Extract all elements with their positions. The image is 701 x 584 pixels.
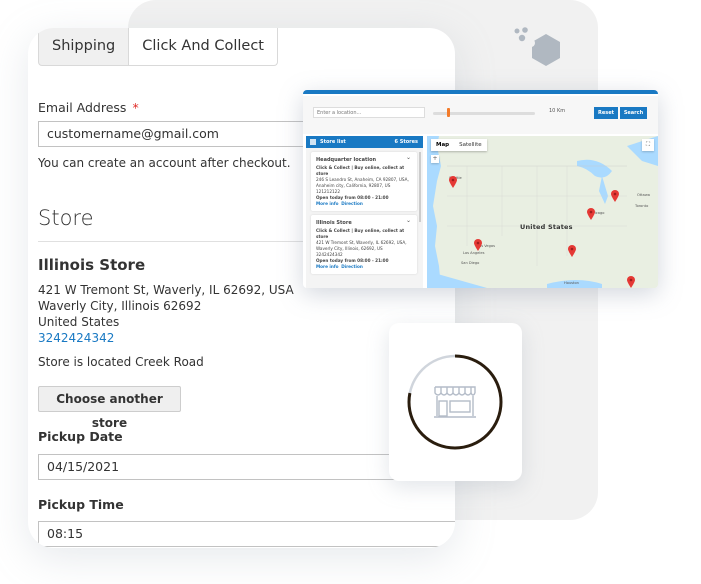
- country-label: United States: [520, 223, 573, 231]
- store-address-line-2: Waverly City, Illinois 62692: [38, 299, 202, 313]
- store-item-address: 246 S Leandro St, Anaheim, CA 92807, USA…: [316, 177, 409, 188]
- store-list-item[interactable]: ⌄ Headquarter location Click & Collect |…: [311, 152, 417, 211]
- store-locator-widget: Enter a location... 10 Km Reset Search S…: [303, 90, 658, 288]
- storefront-icon: [434, 386, 476, 418]
- map-type-satellite[interactable]: Satellite: [454, 139, 487, 151]
- radius-value: 10 Km: [549, 108, 566, 114]
- store-item-address: 421 W Tremont St, Waverly, IL 62692, USA…: [316, 240, 407, 251]
- map-marker-icon[interactable]: [449, 176, 457, 188]
- store-item-service: Click & Collect | Buy online, collect at…: [316, 228, 405, 239]
- map-type-map[interactable]: Map: [431, 139, 454, 151]
- store-count: 6 Stores: [394, 139, 418, 145]
- store-item-name: Illinois Store: [316, 220, 352, 226]
- map-marker-icon[interactable]: [587, 208, 595, 220]
- reset-button[interactable]: Reset: [594, 107, 618, 119]
- locator-header-bar: [303, 90, 658, 94]
- store-list-panel: Store list 6 Stores ⌄ Headquarter locati…: [306, 136, 423, 288]
- map-marker-icon[interactable]: [474, 239, 482, 251]
- store-phone-link[interactable]: 3242424342: [38, 331, 114, 345]
- selected-store-name: Illinois Store: [38, 256, 146, 274]
- tab-shipping[interactable]: Shipping: [38, 28, 129, 66]
- list-icon: [310, 139, 316, 145]
- store-list-title: Store list: [320, 139, 346, 145]
- direction-link[interactable]: Direction: [341, 264, 363, 269]
- progress-ring: [407, 354, 503, 450]
- store-list-header: Store list 6 Stores: [306, 136, 423, 148]
- store-list-item[interactable]: ⌄ Illinois Store Click & Collect | Buy o…: [311, 215, 417, 274]
- search-button[interactable]: Search: [620, 107, 647, 119]
- fullscreen-icon[interactable]: ⛶: [642, 139, 654, 151]
- delivery-tabs: Shipping Click And Collect: [38, 28, 278, 66]
- store-item-name: Headquarter location: [316, 157, 377, 163]
- map-type-control: Map Satellite: [431, 139, 487, 151]
- pickup-time-label: Pickup Time: [38, 497, 124, 512]
- more-info-link[interactable]: More info: [316, 201, 339, 206]
- map-terrain: [427, 136, 658, 288]
- choose-another-store-button[interactable]: Choose another store: [38, 386, 181, 430]
- required-marker: *: [132, 100, 139, 115]
- direction-link[interactable]: Direction: [341, 201, 363, 206]
- city-label: Los Angeles: [463, 251, 485, 255]
- zoom-in-button[interactable]: +: [431, 155, 439, 163]
- store-description: Store is located Creek Road: [38, 355, 204, 369]
- tab-click-and-collect[interactable]: Click And Collect: [128, 28, 278, 66]
- store-address-line-3: United States: [38, 315, 120, 329]
- map-marker-icon[interactable]: [611, 190, 619, 202]
- map-marker-icon[interactable]: [627, 276, 635, 288]
- store-loader-card: [389, 323, 522, 481]
- city-label: Toronto: [635, 204, 649, 208]
- pickup-time-field[interactable]: 08:15: [38, 521, 455, 547]
- map-marker-icon[interactable]: [568, 245, 576, 257]
- pickup-date-label: Pickup Date: [38, 429, 123, 444]
- store-list-scrollbar[interactable]: [419, 152, 421, 222]
- map-view[interactable]: Map Satellite ⛶ + United States Seattle …: [427, 136, 658, 288]
- chevron-down-icon[interactable]: ⌄: [406, 218, 411, 224]
- locator-toolbar: Enter a location... 10 Km Reset Search: [303, 96, 658, 134]
- account-note: You can create an account after checkout…: [38, 156, 291, 170]
- city-label: Ottawa: [637, 193, 650, 197]
- more-info-link[interactable]: More info: [316, 264, 339, 269]
- email-label-text: Email Address: [38, 100, 127, 115]
- radius-slider-handle[interactable]: [447, 108, 450, 117]
- email-label: Email Address *: [38, 100, 139, 115]
- store-item-service: Click & Collect | Buy online, collect at…: [316, 165, 405, 176]
- store-section-title: Store: [38, 206, 94, 230]
- location-search-input[interactable]: Enter a location...: [313, 107, 425, 118]
- chevron-down-icon[interactable]: ⌄: [406, 155, 411, 161]
- brand-logo-icon: [514, 27, 560, 66]
- city-label: San Diego: [461, 261, 480, 265]
- store-address-line-1: 421 W Tremont St, Waverly, IL 62692, USA: [38, 283, 294, 297]
- city-label: Houston: [564, 281, 579, 285]
